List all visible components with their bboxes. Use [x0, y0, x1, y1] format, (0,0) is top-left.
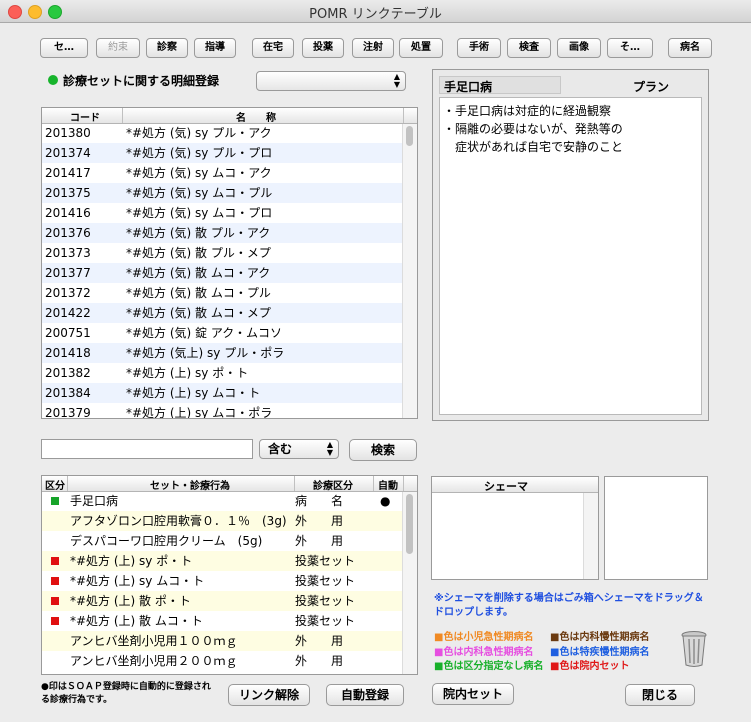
disease-name-field: 手足口病: [439, 76, 561, 94]
scrollbar-thumb[interactable]: [406, 126, 413, 146]
table-row[interactable]: 200751 *#処方 (気) 錠 アク・ムコソ: [42, 323, 403, 343]
status-dot-icon: [48, 75, 58, 85]
column-header-code: コード: [70, 113, 100, 124]
title-bar: POMR リンクテーブル: [0, 0, 751, 23]
search-input[interactable]: [41, 439, 253, 459]
category-exam-button[interactable]: 診察: [146, 38, 188, 58]
set-table: 区分 セット・診療行為 診療区分 自動 手足口病 病 名 ● アフタゾロン口腔用…: [41, 475, 418, 675]
category-surgery-button[interactable]: 手術: [457, 38, 501, 58]
popup-arrows-icon: ▲ ▼: [326, 440, 333, 457]
green-mark-icon: [51, 497, 59, 505]
column-header-category: 区分: [45, 481, 65, 492]
plan-line: ・隔離の必要はないが、発熱等の: [443, 122, 623, 136]
category-other-button[interactable]: そ…: [607, 38, 653, 58]
code-table-header: コード 名 称: [42, 108, 417, 124]
search-mode-value: 含む: [268, 442, 293, 456]
column-header-name: 名 称: [236, 113, 276, 124]
plan-line: 症状があれば自宅で安静のこと: [443, 140, 624, 154]
category-injection-button[interactable]: 注射: [352, 38, 394, 58]
category-set-button[interactable]: セ…: [40, 38, 88, 58]
legend-unspecified: ■色は区分指定なし病名: [434, 661, 544, 672]
column-header-class: 診療区分: [313, 481, 353, 492]
category-test-button[interactable]: 検査: [507, 38, 551, 58]
unlink-button[interactable]: リンク解除: [228, 684, 310, 706]
schema-list[interactable]: シェーマ: [431, 476, 599, 580]
search-mode-select[interactable]: 含む ▲ ▼: [259, 439, 339, 459]
legend-internal-chronic: ■色は内科慢性期病名: [550, 632, 650, 643]
column-header-auto: 自動: [378, 481, 398, 492]
set-row[interactable]: アンヒバ坐剤小児用２００ｍｇ 外 用: [42, 651, 403, 671]
category-medication-button[interactable]: 投薬: [302, 38, 344, 58]
table-row[interactable]: 201422 *#処方 (気) 散 ムコ・メプ: [42, 303, 403, 323]
popup-arrows-icon: ▲ ▼: [393, 72, 400, 89]
table-row[interactable]: 201373 *#処方 (気) 散 プル・メプ: [42, 243, 403, 263]
legend-in-house-set: ■色は院内セット: [550, 661, 630, 672]
schema-note-line1: ※シェーマを削除する場合はごみ箱へシェーマをドラッグ＆: [434, 593, 704, 604]
set-row[interactable]: デスパコーワ口腔用クリーム (5g) 外 用: [42, 531, 403, 551]
registration-label: 診療セットに関する明細登録: [63, 74, 220, 88]
table-row[interactable]: 201418 *#処方 (気上) sy プル・ポラ: [42, 343, 403, 363]
legend-internal-acute: ■色は内科急性期病名: [434, 647, 534, 658]
red-mark-icon: [51, 577, 59, 585]
table-row[interactable]: 201380 *#処方 (気) sy プル・アク: [42, 123, 403, 143]
table-row[interactable]: 201416 *#処方 (気) sy ムコ・プロ: [42, 203, 403, 223]
set-row[interactable]: *#処方 (上) sy ムコ・ト 投薬セット: [42, 571, 403, 591]
footer-note-line1: ●印はＳＯＡＰ登録時に自動的に登録され: [41, 682, 211, 692]
column-header-set: セット・診療行為: [150, 481, 230, 492]
set-row[interactable]: *#処方 (上) sy ポ・ト 投薬セット: [42, 551, 403, 571]
schema-header: シェーマ: [484, 480, 528, 493]
schema-scrollbar[interactable]: [583, 493, 598, 579]
table-row[interactable]: 201372 *#処方 (気) 散 ムコ・プル: [42, 283, 403, 303]
search-button[interactable]: 検索: [349, 439, 417, 461]
red-mark-icon: [51, 557, 59, 565]
set-row[interactable]: *#処方 (上) 散 ポ・ト 投薬セット: [42, 591, 403, 611]
footer-note-line2: る診療行為です。: [41, 695, 113, 705]
schema-note-line2: ドロップします。: [434, 607, 513, 618]
red-mark-icon: [51, 617, 59, 625]
plan-label: プラン: [633, 80, 670, 94]
plan-line: ・手足口病は対症的に経過観察: [443, 104, 612, 118]
schema-preview: [604, 476, 708, 580]
set-table-header: 区分 セット・診療行為 診療区分 自動: [42, 476, 417, 492]
legend-pediatric-acute: ■色は小児急性期病名: [434, 632, 534, 643]
legend-special-chronic: ■色は特疾慢性期病名: [550, 647, 650, 658]
category-imaging-button[interactable]: 画像: [557, 38, 601, 58]
table-row[interactable]: 201375 *#処方 (気) sy ムコ・プル: [42, 183, 403, 203]
scrollbar-thumb[interactable]: [406, 494, 413, 554]
category-homecare-button[interactable]: 在宅: [252, 38, 294, 58]
plan-text-area[interactable]: ・手足口病は対症的に経過観察 ・隔離の必要はないが、発熱等の 症状があれば自宅で…: [439, 97, 702, 415]
trash-can-icon[interactable]: [681, 630, 707, 668]
auto-register-button[interactable]: 自動登録: [326, 684, 404, 706]
table-row[interactable]: 201382 *#処方 (上) sy ポ・ト: [42, 363, 403, 383]
category-treatment-button[interactable]: 処置: [399, 38, 443, 58]
table-row[interactable]: 201374 *#処方 (気) sy プル・プロ: [42, 143, 403, 163]
table-row[interactable]: 201379 *#処方 (上) sy ムコ・ポラ: [42, 403, 403, 418]
auto-mark: ●: [380, 494, 391, 508]
set-row[interactable]: アンヒバ坐剤小児用１００ｍｇ 外 用: [42, 631, 403, 651]
red-mark-icon: [51, 597, 59, 605]
set-row[interactable]: 手足口病 病 名 ●: [42, 491, 403, 511]
set-row[interactable]: アフタゾロン口腔用軟膏０．１％ (3g) 外 用: [42, 511, 403, 531]
table-row[interactable]: 201377 *#処方 (気) 散 ムコ・アク: [42, 263, 403, 283]
code-table: コード 名 称 201380 *#処方 (気) sy プル・アク 201374 *#…: [41, 107, 418, 419]
window-title: POMR リンクテーブル: [309, 7, 442, 22]
in-house-set-button[interactable]: 院内セット: [432, 683, 514, 705]
plan-group: 手足口病 プラン ・手足口病は対症的に経過観察 ・隔離の必要はないが、発熱等の …: [432, 69, 709, 421]
table-row[interactable]: 201417 *#処方 (気) sy ムコ・アク: [42, 163, 403, 183]
category-guidance-button[interactable]: 指導: [194, 38, 236, 58]
table-row[interactable]: 201376 *#処方 (気) 散 プル・アク: [42, 223, 403, 243]
registration-select[interactable]: ▲ ▼: [256, 71, 406, 91]
table-row[interactable]: 201384 *#処方 (上) sy ムコ・ト: [42, 383, 403, 403]
set-table-scrollbar[interactable]: [402, 492, 417, 674]
category-disease-button[interactable]: 病名: [668, 38, 712, 58]
code-table-scrollbar[interactable]: [402, 124, 417, 418]
close-button[interactable]: 閉じる: [625, 684, 695, 706]
set-row[interactable]: *#処方 (上) 散 ムコ・ト 投薬セット: [42, 611, 403, 631]
category-promise-button: 約束: [96, 38, 140, 58]
